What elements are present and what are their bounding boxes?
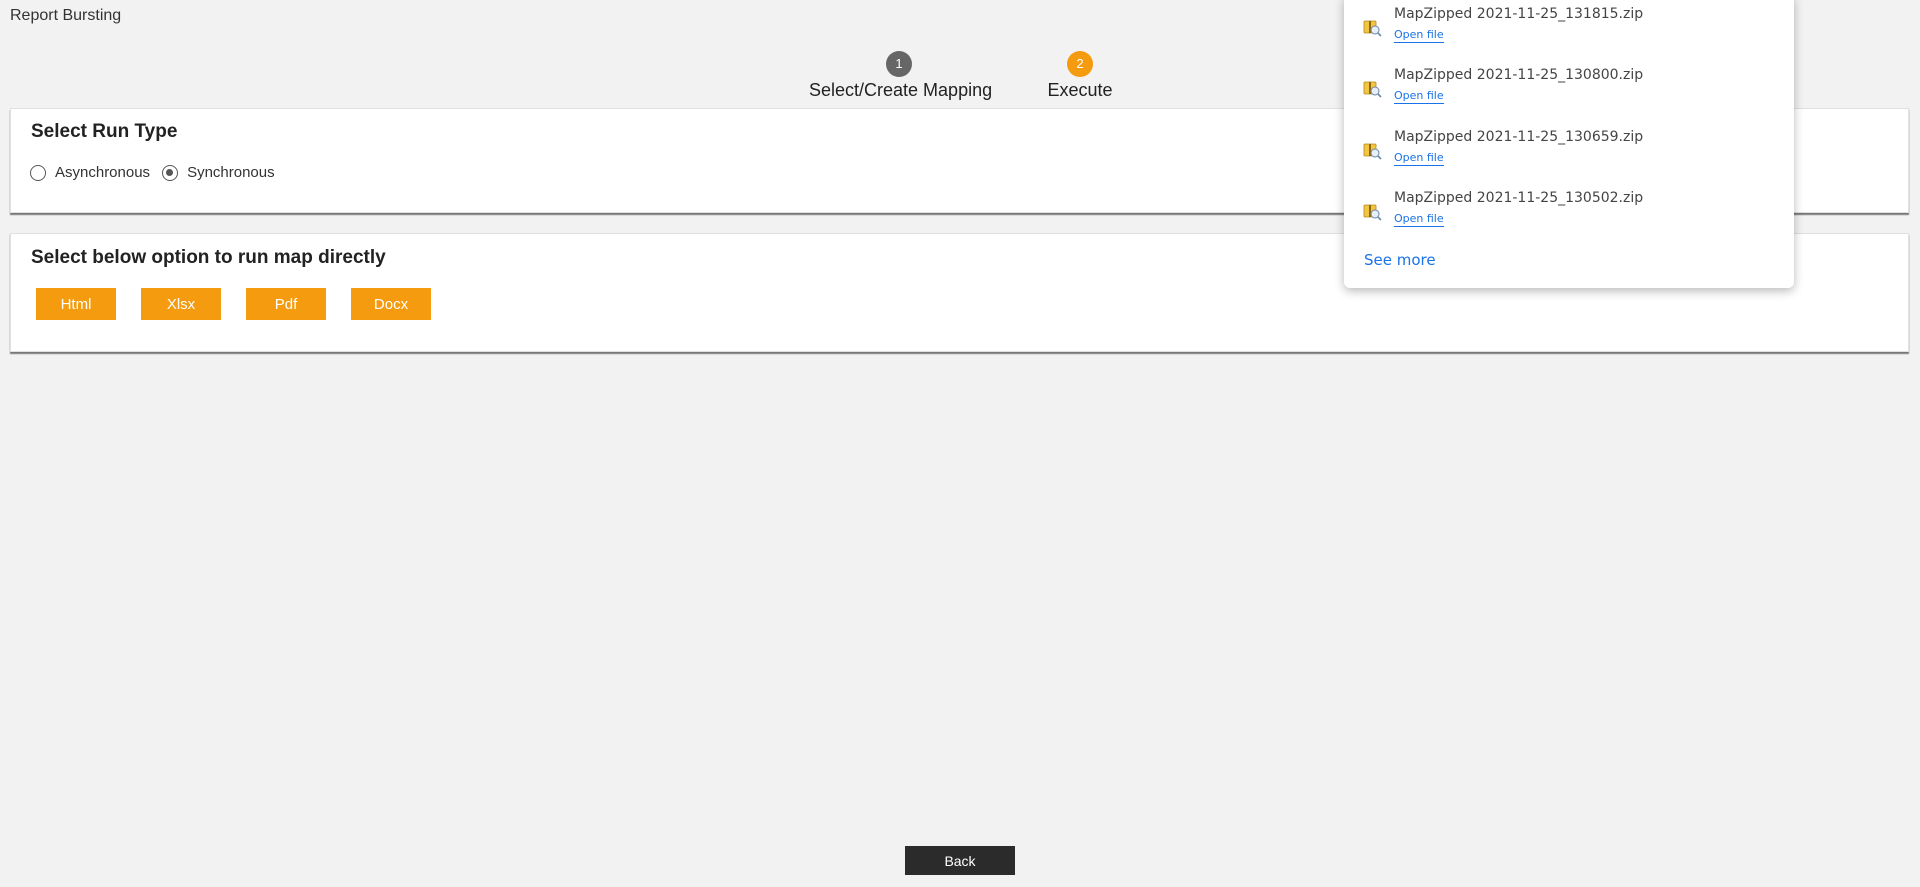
open-file-link[interactable]: Open file: [1394, 28, 1444, 43]
radio-selected-icon[interactable]: [162, 164, 179, 181]
see-more-link[interactable]: See more: [1364, 251, 1436, 269]
step-select-create-mapping[interactable]: 1 Select/Create Mapping: [809, 51, 993, 101]
radio-circle-icon[interactable]: [30, 164, 46, 181]
open-file-link[interactable]: Open file: [1394, 89, 1444, 104]
download-file-name: MapZipped 2021-11-25_130800.zip: [1394, 67, 1644, 83]
run-map-title: Select below option to run map directly: [31, 247, 386, 268]
step-number-badge: 1: [886, 51, 912, 77]
docx-button[interactable]: Docx: [351, 288, 431, 320]
format-button-group: Html Xlsx Pdf Docx: [36, 288, 456, 320]
downloads-popup: MapZipped 2021-11-25_131815.zip Open fil…: [1344, 0, 1794, 288]
radio-label: Asynchronous: [55, 164, 151, 181]
step-execute[interactable]: 2 Execute: [1030, 51, 1130, 101]
back-button[interactable]: Back: [905, 846, 1015, 875]
download-item[interactable]: MapZipped 2021-11-25_131815.zip Open fil…: [1362, 6, 1782, 52]
download-item[interactable]: MapZipped 2021-11-25_130502.zip Open fil…: [1362, 190, 1782, 236]
radio-label: Synchronous: [187, 164, 275, 181]
step-label: Select/Create Mapping: [809, 80, 993, 100]
run-type-title: Select Run Type: [31, 121, 178, 142]
zip-file-icon: [1363, 143, 1382, 160]
pdf-button[interactable]: Pdf: [246, 288, 326, 320]
zip-file-icon: [1363, 204, 1382, 221]
step-label: Execute: [1047, 80, 1113, 100]
download-file-name: MapZipped 2021-11-25_131815.zip: [1394, 6, 1644, 22]
zip-file-icon: [1363, 20, 1382, 37]
zip-file-icon: [1363, 81, 1382, 98]
download-item[interactable]: MapZipped 2021-11-25_130800.zip Open fil…: [1362, 67, 1782, 113]
download-item[interactable]: MapZipped 2021-11-25_130659.zip Open fil…: [1362, 129, 1782, 175]
step-number-badge: 2: [1067, 51, 1093, 77]
app-title: Report Bursting: [10, 7, 122, 24]
run-type-radio-group: Asynchronous Synchronous: [30, 164, 287, 181]
open-file-link[interactable]: Open file: [1394, 151, 1444, 166]
download-file-name: MapZipped 2021-11-25_130659.zip: [1394, 129, 1644, 145]
xlsx-button[interactable]: Xlsx: [141, 288, 221, 320]
radio-asynchronous[interactable]: Asynchronous: [30, 164, 150, 181]
radio-synchronous[interactable]: Synchronous: [162, 164, 275, 181]
html-button[interactable]: Html: [36, 288, 116, 320]
download-file-name: MapZipped 2021-11-25_130502.zip: [1394, 190, 1644, 206]
open-file-link[interactable]: Open file: [1394, 212, 1444, 227]
